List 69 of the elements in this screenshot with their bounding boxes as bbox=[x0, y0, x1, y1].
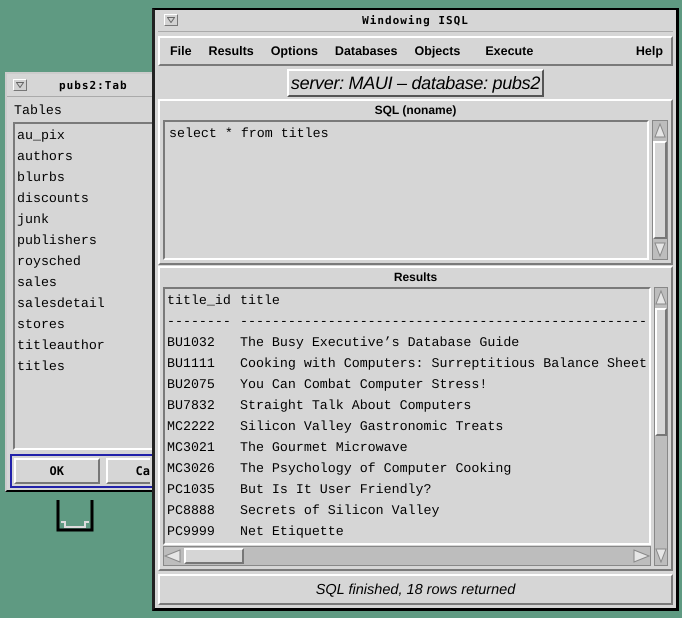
table-cell-text: BU1111 bbox=[167, 355, 216, 374]
table-cell-text: PC9999 bbox=[167, 523, 216, 542]
bracket-icon[interactable] bbox=[56, 500, 94, 534]
menu-item[interactable]: File bbox=[170, 44, 192, 58]
cancel-button[interactable]: Ca bbox=[106, 458, 150, 484]
list-item[interactable]: salesdetail bbox=[17, 293, 105, 314]
list-item[interactable]: stores bbox=[17, 314, 65, 335]
table-cell-text: Cooking with Computers: Surreptitious Balance Sheet bbox=[240, 355, 647, 374]
menu-item[interactable]: Databases bbox=[334, 44, 398, 58]
window-menu-icon[interactable] bbox=[167, 17, 175, 24]
menu-item[interactable]: Help bbox=[636, 44, 663, 58]
vertical-scrollbar[interactable] bbox=[654, 287, 668, 566]
menu-item[interactable]: Objects bbox=[414, 44, 460, 58]
table-cell-text: BU2075 bbox=[167, 376, 216, 394]
list-item[interactable]: blurbs bbox=[17, 167, 65, 188]
menu-item[interactable]: Results bbox=[208, 44, 254, 58]
down-arrow-icon[interactable] bbox=[654, 241, 666, 258]
list-label: Tables bbox=[13, 102, 63, 120]
panel-title: Results bbox=[392, 269, 438, 286]
list-item[interactable]: titles bbox=[17, 356, 65, 377]
left-arrow-icon[interactable] bbox=[164, 549, 182, 564]
scrollbar-thumb[interactable] bbox=[184, 548, 244, 564]
status-text: SQL finished, 18 rows returned bbox=[316, 582, 516, 598]
up-arrow-icon[interactable] bbox=[654, 123, 666, 140]
list-item[interactable]: authors bbox=[17, 146, 73, 167]
horizontal-scrollbar[interactable] bbox=[163, 546, 651, 566]
table-cell-text: MC2222 bbox=[167, 418, 216, 436]
table-cell-text: Net Etiquette bbox=[240, 523, 344, 542]
table-cell-text: MC3026 bbox=[167, 460, 216, 478]
table-cell-text: The Gourmet Microwave bbox=[240, 439, 408, 458]
panel-title: SQL (noname) bbox=[374, 102, 458, 120]
scrollbar-thumb[interactable] bbox=[653, 141, 667, 240]
table-cell-text: PC8888 bbox=[167, 502, 216, 520]
list-item[interactable]: sales bbox=[17, 272, 57, 293]
table-cell-text: The Psychology of Computer Cooking bbox=[240, 460, 512, 478]
sql-editor[interactable]: select * from titles bbox=[163, 120, 649, 260]
rule-text: -------- bbox=[167, 313, 232, 332]
up-arrow-icon[interactable] bbox=[654, 290, 667, 306]
menu-item[interactable]: Execute bbox=[485, 44, 534, 58]
down-arrow-icon[interactable] bbox=[654, 547, 667, 564]
table-cell-text: You Can Combat Computer Stress! bbox=[240, 376, 488, 394]
list-item[interactable]: discounts bbox=[17, 188, 89, 209]
table-cell-text: Secrets of Silicon Valley bbox=[240, 502, 440, 520]
list-item[interactable]: junk bbox=[17, 209, 49, 230]
window-menu-icon[interactable] bbox=[16, 82, 24, 88]
table-cell-text: PC1035 bbox=[167, 481, 216, 500]
table-cell-text: Silicon Valley Gastronomic Treats bbox=[240, 418, 504, 436]
list-item[interactable]: au_pix bbox=[17, 125, 65, 146]
connection-label: server: MAUI – database: pubs2 bbox=[286, 69, 544, 98]
list-item[interactable]: roysched bbox=[17, 251, 81, 272]
table-cell-text: Straight Talk About Computers bbox=[240, 397, 472, 416]
menu-item[interactable]: Options bbox=[270, 44, 318, 58]
column-header: title_id bbox=[167, 292, 232, 310]
window-title: pubs2:Tab bbox=[59, 78, 128, 92]
table-cell-text: BU7832 bbox=[167, 397, 216, 416]
scrollbar-thumb[interactable] bbox=[654, 308, 667, 436]
rule-text: --------------------------------------------------- bbox=[240, 313, 647, 332]
list-item[interactable]: publishers bbox=[17, 230, 97, 251]
list-item[interactable]: titleauthor bbox=[17, 335, 105, 356]
column-header: title bbox=[240, 292, 280, 310]
table-cell-text: The Busy Executive’s Database Guide bbox=[240, 334, 520, 352]
ok-button[interactable]: OK bbox=[14, 458, 100, 484]
vertical-scrollbar[interactable] bbox=[652, 120, 668, 260]
table-cell-text: MC3021 bbox=[167, 439, 216, 458]
table-cell-text: BU1032 bbox=[167, 334, 216, 352]
table-cell-text: But Is It User Friendly? bbox=[240, 481, 432, 500]
table-list[interactable]: au_pix authors blurbs discounts junk publishers roysched sales salesdetail stores titleauthor titles bbox=[13, 122, 152, 450]
window-title: Windowing ISQL bbox=[361, 14, 470, 27]
right-arrow-icon[interactable] bbox=[632, 549, 650, 564]
